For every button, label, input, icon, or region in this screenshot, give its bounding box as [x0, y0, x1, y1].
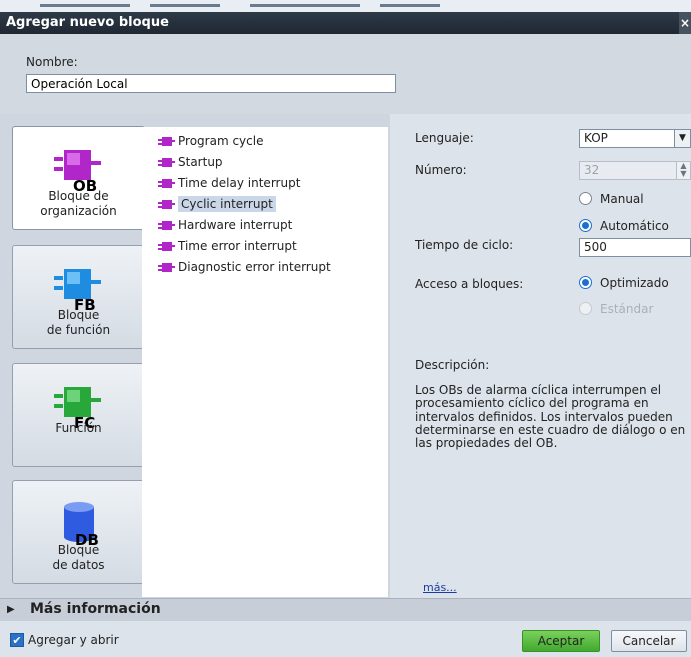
- description-label: Descripción:: [415, 358, 490, 372]
- list-item[interactable]: Diagnostic error interrupt: [158, 257, 388, 278]
- block-type-ob-line1: Bloque de: [48, 189, 109, 203]
- list-item-label: Diagnostic error interrupt: [178, 260, 331, 274]
- ob-type-list: Program cycle Startup Time delay interru…: [142, 127, 388, 597]
- cycle-time-input[interactable]: 500: [579, 238, 691, 257]
- list-item-label: Startup: [178, 155, 223, 169]
- number-field: 32 ▲ ▼: [579, 161, 691, 180]
- ob-block-icon: [158, 158, 175, 167]
- list-item-label: Time error interrupt: [178, 239, 297, 253]
- list-item-label: Program cycle: [178, 134, 264, 148]
- cancel-button[interactable]: Cancelar: [611, 630, 687, 652]
- block-type-ob[interactable]: OB Bloque de organización: [12, 126, 145, 230]
- ob-block-icon: [158, 137, 175, 146]
- dialog-footer: ✔ Agregar y abrir Aceptar Cancelar: [0, 621, 691, 657]
- chevron-down-icon[interactable]: ▼: [674, 130, 690, 147]
- description-text: Los OBs de alarma cíclica interrumpen el…: [415, 383, 691, 451]
- description-line: intervalos definidos. Los intervalos pue…: [415, 409, 673, 424]
- language-label: Lenguaje:: [415, 131, 474, 145]
- main-area: OB Bloque de organización FB Bloque de f…: [0, 114, 691, 598]
- radio-selected-icon: [579, 276, 592, 289]
- block-type-fb[interactable]: FB Bloque de función: [12, 245, 145, 349]
- radio-optimized-label: Optimizado: [600, 276, 669, 290]
- radio-manual-label: Manual: [600, 192, 644, 206]
- description-line: Los OBs de alarma cíclica interrumpen el: [415, 383, 662, 397]
- block-type-db[interactable]: DB Bloque de datos: [12, 480, 145, 584]
- dialog-title: Agregar nuevo bloque: [6, 15, 169, 30]
- radio-icon: [579, 302, 592, 315]
- list-item[interactable]: Startup: [158, 152, 388, 173]
- list-item-label: Time delay interrupt: [178, 176, 301, 190]
- list-item-label: Hardware interrupt: [178, 218, 293, 232]
- list-item-label: Cyclic interrupt: [178, 196, 276, 212]
- language-select[interactable]: KOP ▼: [579, 129, 691, 148]
- block-type-db-label: Bloque de datos: [13, 543, 144, 573]
- cycle-time-value: 500: [584, 240, 607, 254]
- expand-triangle-icon: ▶: [7, 604, 15, 615]
- cycle-time-label: Tiempo de ciclo:: [415, 238, 514, 252]
- block-access-label: Acceso a bloques:: [415, 277, 524, 291]
- db-block-icon: DB: [63, 502, 98, 547]
- block-type-ob-label: Bloque de organización: [13, 189, 144, 219]
- block-type-column: OB Bloque de organización FB Bloque de f…: [0, 114, 145, 598]
- block-type-fb-line2: de función: [46, 323, 111, 337]
- list-item-selected[interactable]: Cyclic interrupt: [158, 194, 388, 215]
- radio-automatic-label: Automático: [600, 219, 669, 233]
- number-label: Número:: [415, 163, 467, 177]
- radio-standard: Estándar: [579, 302, 653, 320]
- block-type-fc-line1: Función: [55, 421, 102, 435]
- radio-icon: [579, 192, 592, 205]
- block-type-fc-label: Función: [13, 421, 144, 436]
- more-info-expander[interactable]: ▶ Más información: [0, 598, 691, 621]
- block-type-fb-line1: Bloque: [57, 308, 100, 322]
- block-type-fc[interactable]: FC Función: [12, 363, 145, 467]
- properties-panel: Lenguaje: KOP ▼ Número: 32 ▲ ▼ Manual Aut…: [390, 114, 691, 598]
- spinner-icon: ▲ ▼: [676, 162, 690, 179]
- more-link[interactable]: más...: [423, 581, 457, 594]
- radio-optimized[interactable]: Optimizado: [579, 276, 669, 294]
- ok-button[interactable]: Aceptar: [522, 630, 600, 652]
- close-icon[interactable]: ×: [679, 12, 691, 34]
- name-label: Nombre:: [26, 55, 78, 69]
- block-type-db-line2: de datos: [52, 558, 105, 572]
- radio-selected-icon: [579, 219, 592, 232]
- radio-manual[interactable]: Manual: [579, 192, 644, 210]
- description-line: procesamiento cíclico del programa en: [415, 396, 649, 411]
- list-item[interactable]: Hardware interrupt: [158, 215, 388, 236]
- language-value: KOP: [584, 131, 608, 145]
- block-type-ob-line2: organización: [40, 204, 117, 218]
- block-type-fb-label: Bloque de función: [13, 308, 144, 338]
- ob-block-icon: [158, 200, 175, 209]
- name-input[interactable]: [26, 74, 396, 93]
- dialog-title-bar: Agregar nuevo bloque ×: [0, 12, 691, 34]
- list-item[interactable]: Time delay interrupt: [158, 173, 388, 194]
- radio-standard-label: Estándar: [600, 302, 654, 316]
- ob-block-icon: [158, 242, 175, 251]
- number-value: 32: [584, 163, 600, 177]
- ob-block-icon: [158, 179, 175, 188]
- add-and-open-checkbox[interactable]: ✔: [10, 633, 24, 647]
- ob-block-icon: [158, 263, 175, 272]
- description-line: las propiedades del OB.: [415, 436, 558, 451]
- list-item[interactable]: Program cycle: [158, 131, 388, 152]
- add-and-open-label: Agregar y abrir: [28, 633, 119, 647]
- ob-block-icon: [158, 221, 175, 230]
- fb-block-icon: FB: [53, 269, 101, 312]
- ob-block-icon: OB: [53, 150, 101, 193]
- background-toolbar-strip: [0, 0, 691, 12]
- block-type-db-line1: Bloque: [57, 543, 100, 557]
- list-item[interactable]: Time error interrupt: [158, 236, 388, 257]
- description-line: determinarse en este cuadro de diálogo o…: [415, 422, 686, 437]
- radio-automatic[interactable]: Automático: [579, 219, 669, 237]
- more-info-label: Más información: [30, 601, 161, 617]
